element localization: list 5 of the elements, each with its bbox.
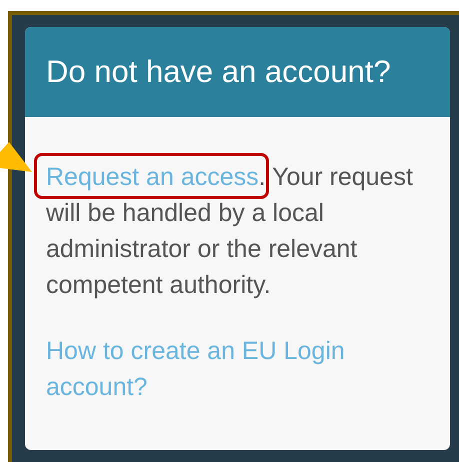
request-access-link[interactable]: Request an access (46, 163, 259, 191)
request-paragraph: Request an access. Your request will be handled by a local administrator or the relevant competent authority. (46, 159, 431, 303)
card-title: Do not have an account? (46, 52, 391, 91)
help-link[interactable]: How to create an EU Login account? (46, 333, 366, 405)
pointer-arrow-icon (0, 142, 33, 173)
